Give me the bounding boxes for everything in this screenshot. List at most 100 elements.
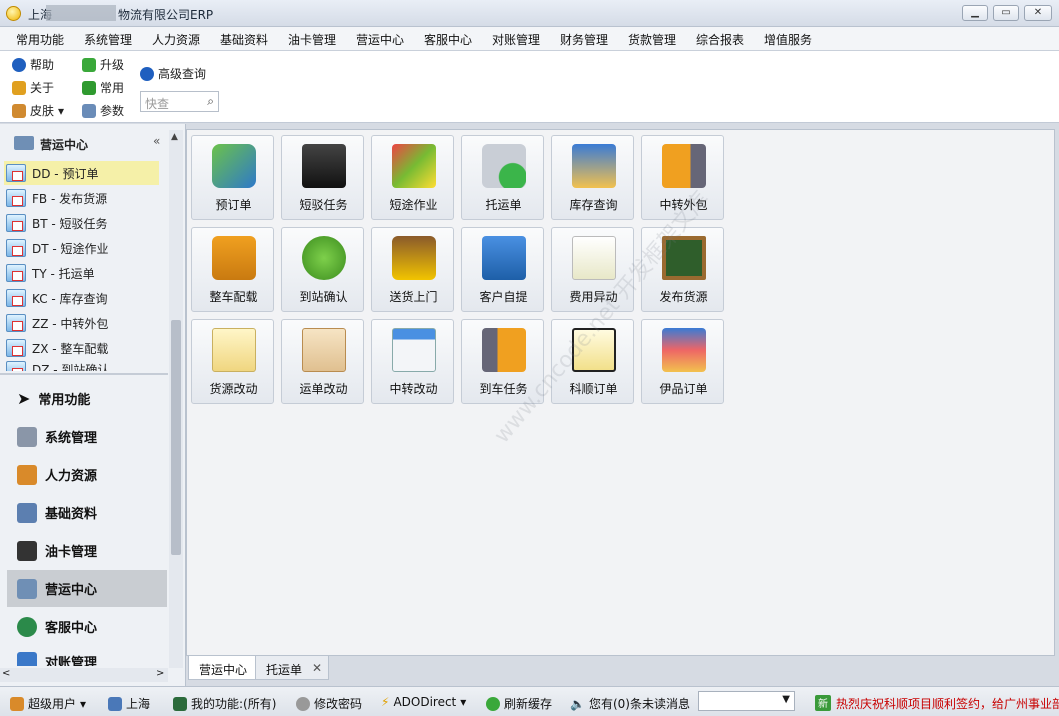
scroll-right-icon[interactable]: >: [156, 668, 164, 679]
tile-short-trip[interactable]: 短途作业: [371, 135, 454, 220]
nav-reconcile[interactable]: 对账管理: [7, 646, 167, 666]
tile-arrival-task[interactable]: 到车任务: [461, 319, 544, 404]
tile-label: 发布货源: [659, 290, 708, 304]
horizontal-scrollbar[interactable]: < >: [0, 668, 168, 682]
menu-basic[interactable]: 基础资料: [220, 31, 268, 48]
upgrade-label: 升级: [100, 58, 125, 72]
minimize-button[interactable]: ▁: [962, 5, 988, 21]
notepad-icon: [572, 236, 616, 280]
window-title-right: 物流有限公司ERP: [118, 8, 214, 22]
nav-service[interactable]: 客服中心: [7, 608, 167, 645]
nav-system[interactable]: 系统管理: [7, 418, 167, 455]
maximize-button[interactable]: ▭: [993, 5, 1019, 21]
nav-common[interactable]: ➤ 常用功能: [7, 380, 167, 417]
menu-hr[interactable]: 人力资源: [152, 31, 200, 48]
user-menu[interactable]: 超级用户 ▾: [10, 695, 86, 712]
tile-keshun-order[interactable]: 科顺订单: [551, 319, 634, 404]
menu-operations[interactable]: 营运中心: [356, 31, 404, 48]
app-logo-icon: [6, 6, 21, 21]
tile-publish-source[interactable]: 发布货源: [641, 227, 724, 312]
tree-item-ty[interactable]: TY - 托运单: [4, 261, 159, 285]
tree-item-zz[interactable]: ZZ - 中转外包: [4, 311, 159, 335]
city-button[interactable]: 上海: [108, 695, 150, 712]
tree-item-kc[interactable]: KC - 库存查询: [4, 286, 159, 310]
common-button[interactable]: 常用: [82, 79, 124, 96]
messages-button[interactable]: 🔈 您有(0)条未读消息: [570, 695, 690, 712]
tile-delivery[interactable]: 送货上门: [371, 227, 454, 312]
search-icon[interactable]: ⌕: [207, 94, 214, 109]
form-icon: [6, 264, 26, 282]
menu-reconcile[interactable]: 对账管理: [492, 31, 540, 48]
tree-item-fb[interactable]: FB - 发布货源: [4, 186, 159, 210]
truck-icon: [212, 236, 256, 280]
my-functions-button[interactable]: 我的功能:(所有): [173, 695, 276, 712]
tile-full-load[interactable]: 整车配载: [191, 227, 274, 312]
tree-item-dd[interactable]: DD - 预订单: [4, 161, 159, 185]
news-ticker[interactable]: 热烈庆祝科顺项目顺利签约，给广州事业部: [836, 695, 1059, 712]
refresh-label: 刷新缓存: [504, 697, 553, 711]
menu-service[interactable]: 客服中心: [424, 31, 472, 48]
tile-inventory[interactable]: 库存查询: [551, 135, 634, 220]
change-password-button[interactable]: 修改密码: [296, 695, 362, 712]
menu-reports[interactable]: 综合报表: [696, 31, 744, 48]
tile-fee-change[interactable]: 费用异动: [551, 227, 634, 312]
common-label: 常用: [100, 81, 125, 95]
tree-item-zx[interactable]: ZX - 整车配载: [4, 336, 159, 360]
collapse-icon[interactable]: «: [153, 134, 160, 148]
close-button[interactable]: ✕: [1024, 5, 1052, 21]
help-button[interactable]: 帮助: [12, 56, 54, 73]
scroll-left-icon[interactable]: <: [2, 668, 10, 679]
nav-basic[interactable]: 基础资料: [7, 494, 167, 531]
tree-item-dz[interactable]: DZ - 到站确认: [4, 361, 159, 371]
tile-transfer-change[interactable]: 中转改动: [371, 319, 454, 404]
flag-icon: [82, 80, 96, 95]
vertical-scrollbar[interactable]: ▲: [169, 130, 183, 668]
advanced-search-button[interactable]: 高级查询: [140, 65, 206, 82]
scroll-thumb[interactable]: [171, 320, 181, 555]
ribbon: 帮助 升级 高级查询 关于 常用 皮肤 ▾ 参数: [0, 51, 1059, 123]
tile-arrival[interactable]: 到站确认: [281, 227, 364, 312]
tile-booking[interactable]: 预订单: [191, 135, 274, 220]
tree-item-dt[interactable]: DT - 短途作业: [4, 236, 159, 260]
tab-consign[interactable]: 托运单 ✕: [255, 656, 330, 680]
advanced-search-label: 高级查询: [158, 67, 207, 81]
tile-waybill-change[interactable]: 运单改动: [281, 319, 364, 404]
tab-operations[interactable]: 营运中心: [188, 656, 259, 680]
tile-yipin-order[interactable]: 伊品订单: [641, 319, 724, 404]
splitter[interactable]: [0, 373, 168, 375]
nav-hr[interactable]: 人力资源: [7, 456, 167, 493]
form-icon: [6, 214, 26, 232]
status-dropdown[interactable]: ▼: [698, 691, 795, 711]
skin-button[interactable]: 皮肤 ▾: [12, 102, 64, 119]
menu-fuelcard[interactable]: 油卡管理: [288, 31, 336, 48]
menu-common[interactable]: 常用功能: [16, 31, 64, 48]
tile-self-pickup[interactable]: 客户自提: [461, 227, 544, 312]
params-button[interactable]: 参数: [82, 102, 124, 119]
document-tabs: 营运中心 托运单 ✕: [186, 656, 1059, 682]
menu-vas[interactable]: 增值服务: [764, 31, 812, 48]
tile-consign[interactable]: 托运单: [461, 135, 544, 220]
nav-fuelcard[interactable]: 油卡管理: [7, 532, 167, 569]
tile-transfer[interactable]: 中转外包: [641, 135, 724, 220]
tile-source-change[interactable]: 货源改动: [191, 319, 274, 404]
tile-label: 到站确认: [299, 290, 348, 304]
upgrade-button[interactable]: 升级: [82, 56, 124, 73]
search-input[interactable]: 快查 ⌕: [140, 91, 219, 112]
dropdown-arrow-icon: ▼: [782, 694, 790, 705]
tile-shuttle[interactable]: 短驳任务: [281, 135, 364, 220]
refresh-cache-button[interactable]: 刷新缓存: [486, 695, 552, 712]
help-icon: [12, 57, 26, 72]
tree-item-bt[interactable]: BT - 短驳任务: [4, 211, 159, 235]
truck-icon: [14, 136, 34, 150]
ado-menu[interactable]: ⚡ ADODirect ▾: [381, 695, 466, 709]
menu-payment[interactable]: 货款管理: [628, 31, 676, 48]
nav-operations[interactable]: 营运中心: [7, 570, 167, 607]
scroll-up-icon[interactable]: ▲: [171, 132, 178, 142]
messages-label: 您有(0)条未读消息: [588, 697, 690, 711]
nav-label: 基础资料: [45, 507, 98, 522]
close-tab-icon[interactable]: ✕: [312, 661, 322, 675]
dropdown-arrow-icon: ▾: [460, 695, 467, 709]
menu-system[interactable]: 系统管理: [84, 31, 132, 48]
menu-finance[interactable]: 财务管理: [560, 31, 608, 48]
about-button[interactable]: 关于: [12, 79, 54, 96]
